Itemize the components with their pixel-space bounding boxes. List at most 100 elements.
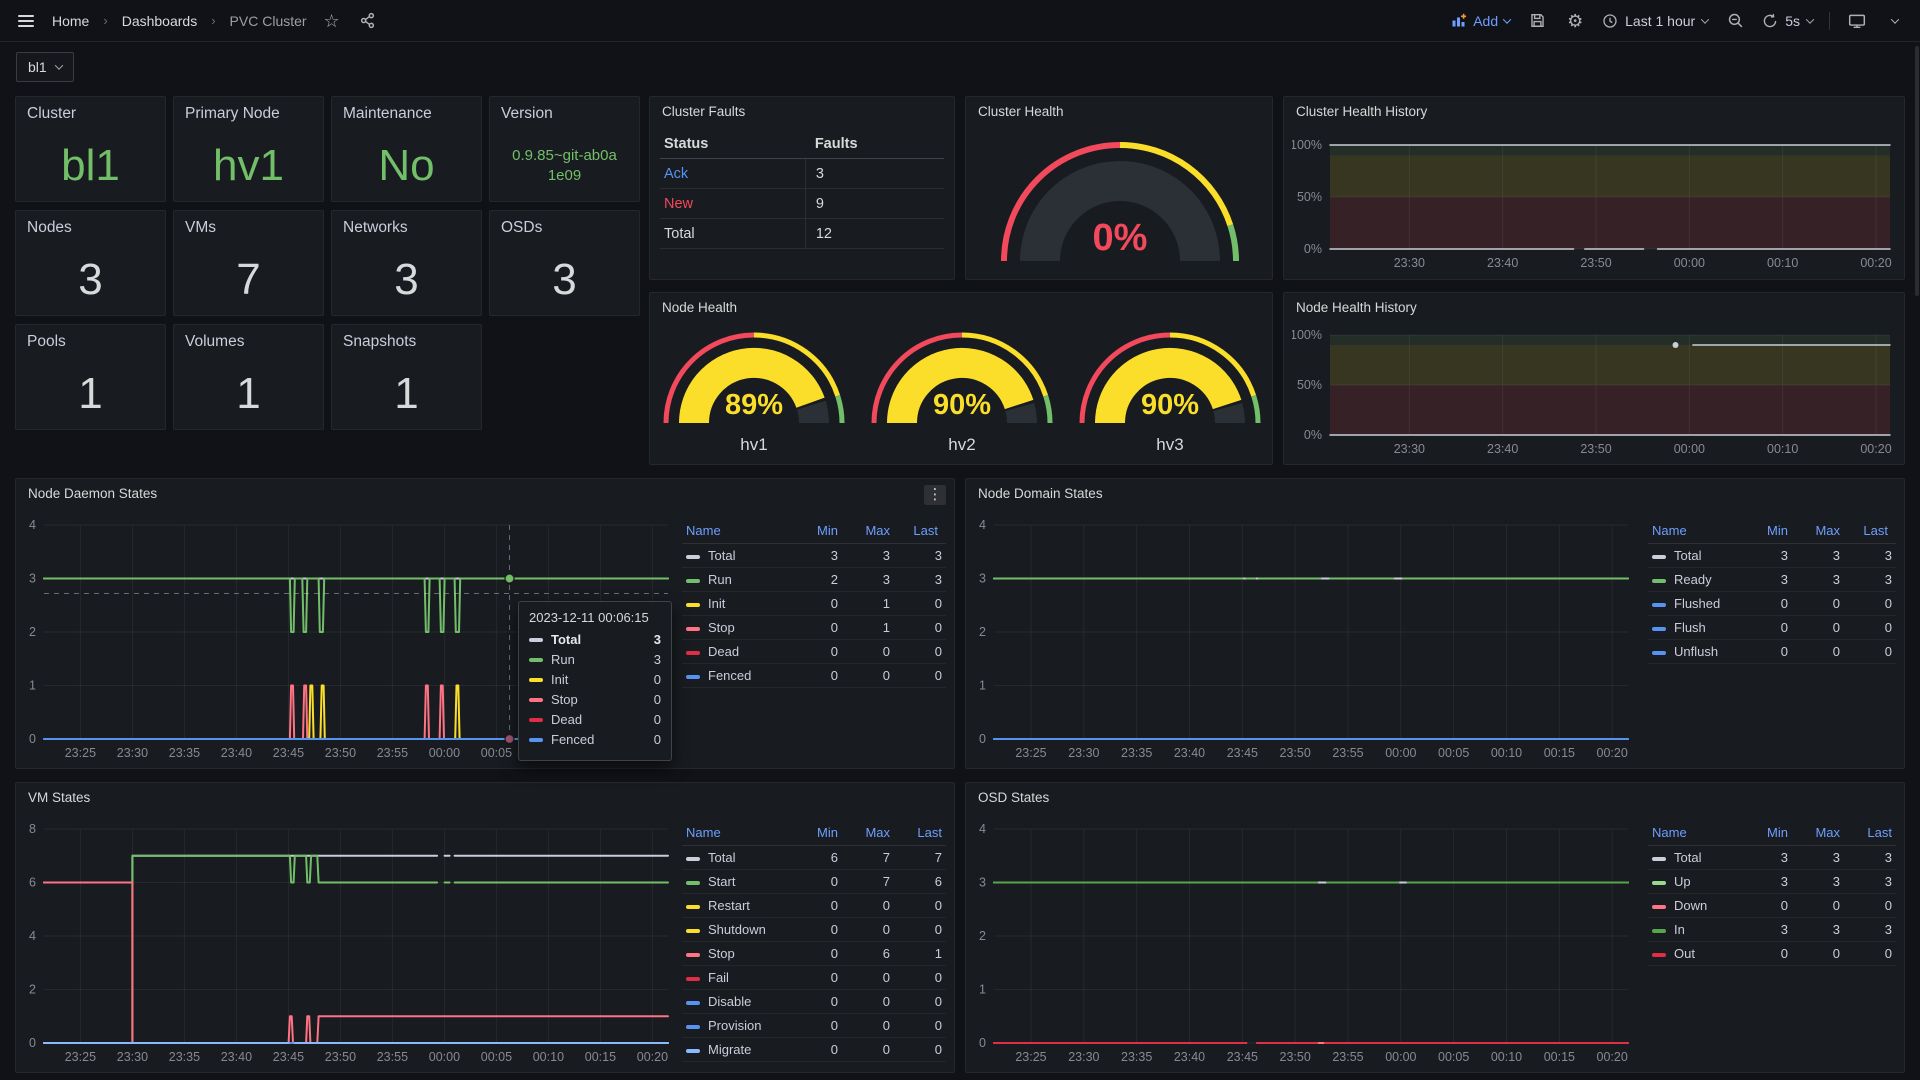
vm-states-chart[interactable]: 0246823:2523:3023:3523:4023:4523:5023:55… xyxy=(24,809,674,1071)
add-button[interactable]: Add xyxy=(1451,13,1510,29)
svg-text:23:50: 23:50 xyxy=(325,746,356,760)
series-swatch xyxy=(1652,603,1666,607)
legend-row-start[interactable]: Start076 xyxy=(682,870,946,894)
legend-row-down[interactable]: Down000 xyxy=(1648,894,1896,918)
legend-row-dead[interactable]: Dead000 xyxy=(682,640,946,664)
legend-row-total[interactable]: Total333 xyxy=(682,544,946,568)
svg-text:23:45: 23:45 xyxy=(273,746,304,760)
svg-text:23:25: 23:25 xyxy=(65,746,96,760)
osd-states-legend[interactable]: NameMinMaxLastTotal333Up333Down000In333O… xyxy=(1648,823,1896,966)
svg-text:23:25: 23:25 xyxy=(1015,1050,1046,1064)
legend-col-last[interactable]: Last xyxy=(894,823,946,846)
legend-row-unflush[interactable]: Unflush000 xyxy=(1648,640,1896,664)
node-domain-states-legend[interactable]: NameMinMaxLast Total333Ready333Flushed00… xyxy=(1648,521,1896,664)
node-daemon-states-legend[interactable]: NameMinMaxLast Total333Run233Init010Stop… xyxy=(682,521,946,688)
tv-mode-icon[interactable] xyxy=(1846,10,1868,32)
refresh-picker[interactable]: 5s xyxy=(1762,13,1813,29)
svg-text:00:20: 00:20 xyxy=(1597,746,1628,760)
svg-text:3: 3 xyxy=(29,572,36,586)
legend-row-init[interactable]: Init010 xyxy=(682,592,946,616)
svg-text:50%: 50% xyxy=(1297,190,1322,204)
variable-dropdown-cluster[interactable]: bl1 xyxy=(16,52,74,82)
stat-label: Nodes xyxy=(27,219,72,237)
menu-icon[interactable] xyxy=(14,11,38,31)
svg-text:00:05: 00:05 xyxy=(481,1050,512,1064)
legend-col-min[interactable]: Min xyxy=(1740,521,1792,544)
stat-label: Volumes xyxy=(185,333,244,351)
svg-text:23:30: 23:30 xyxy=(1068,746,1099,760)
svg-text:00:10: 00:10 xyxy=(1491,1050,1522,1064)
panel-title: OSD States xyxy=(978,790,1049,805)
legend-col-last[interactable]: Last xyxy=(1844,521,1896,544)
osd-states-chart[interactable]: 0123423:2523:3023:3523:4023:4523:5023:55… xyxy=(974,809,1634,1071)
legend-col-name[interactable]: Name xyxy=(1648,521,1740,544)
legend-header: NameMinMaxLast xyxy=(1648,823,1896,846)
faults-table-header[interactable]: Status Faults xyxy=(660,129,944,159)
legend-col-name[interactable]: Name xyxy=(1648,823,1740,846)
svg-text:23:50: 23:50 xyxy=(1580,256,1611,270)
legend-row-flush[interactable]: Flush000 xyxy=(1648,616,1896,640)
vm-states-legend[interactable]: NameMinMaxLastTotal677Start076Restart000… xyxy=(682,823,946,1062)
legend-row-out[interactable]: Out000 xyxy=(1648,942,1896,966)
svg-text:23:40: 23:40 xyxy=(1487,442,1518,456)
star-icon[interactable]: ☆ xyxy=(321,10,343,32)
legend-row-ready[interactable]: Ready333 xyxy=(1648,568,1896,592)
legend-col-last[interactable]: Last xyxy=(894,521,946,544)
zoom-out-icon[interactable] xyxy=(1724,10,1746,32)
legend-row-provision[interactable]: Provision000 xyxy=(682,1014,946,1038)
tooltip-row: Fenced0 xyxy=(529,732,661,747)
legend-row-migrate[interactable]: Migrate000 xyxy=(682,1038,946,1062)
legend-col-max[interactable]: Max xyxy=(1792,521,1844,544)
node-domain-states-chart[interactable]: 0123423:2523:3023:3523:4023:4523:5023:55… xyxy=(974,505,1634,767)
legend-row-total[interactable]: Total677 xyxy=(682,846,946,870)
legend-col-last[interactable]: Last xyxy=(1844,823,1896,846)
save-icon[interactable] xyxy=(1526,10,1548,32)
legend-col-max[interactable]: Max xyxy=(842,521,894,544)
settings-gear-icon[interactable]: ⚙ xyxy=(1564,10,1586,32)
scrollbar-thumb[interactable] xyxy=(1915,46,1919,296)
tooltip-rows: Total3Run3Init0Stop0Dead0Fenced0 xyxy=(529,632,661,747)
legend-row-in[interactable]: In333 xyxy=(1648,918,1896,942)
legend-row-total[interactable]: Total333 xyxy=(1648,544,1896,568)
breadcrumb-dashboards[interactable]: Dashboards xyxy=(122,13,198,29)
legend-row-up[interactable]: Up333 xyxy=(1648,870,1896,894)
series-swatch xyxy=(686,1001,700,1005)
legend-row-run[interactable]: Run233 xyxy=(682,568,946,592)
legend-col-max[interactable]: Max xyxy=(1792,823,1844,846)
svg-text:23:50: 23:50 xyxy=(1580,442,1611,456)
stat-label: Primary Node xyxy=(185,105,280,123)
time-range-picker[interactable]: Last 1 hour xyxy=(1602,13,1708,29)
legend-row-stop[interactable]: Stop061 xyxy=(682,942,946,966)
panel-menu-icon[interactable]: ⋮ xyxy=(924,485,946,505)
legend-row-shutdown[interactable]: Shutdown000 xyxy=(682,918,946,942)
breadcrumb-home[interactable]: Home xyxy=(52,13,89,29)
legend-row-fenced[interactable]: Fenced000 xyxy=(682,664,946,688)
legend-col-min[interactable]: Min xyxy=(1740,823,1792,846)
legend-row-restart[interactable]: Restart000 xyxy=(682,894,946,918)
legend-row-total[interactable]: Total333 xyxy=(1648,846,1896,870)
share-icon[interactable] xyxy=(357,10,379,32)
legend-row-flushed[interactable]: Flushed000 xyxy=(1648,592,1896,616)
svg-text:23:50: 23:50 xyxy=(1280,746,1311,760)
svg-text:23:40: 23:40 xyxy=(1487,256,1518,270)
node-health-history-chart[interactable]: 0%50%100%23:3023:4023:5000:0000:1000:20 xyxy=(1292,317,1898,461)
svg-text:23:30: 23:30 xyxy=(117,746,148,760)
legend-col-name[interactable]: Name xyxy=(682,823,790,846)
legend-col-max[interactable]: Max xyxy=(842,823,894,846)
legend-row-stop[interactable]: Stop010 xyxy=(682,616,946,640)
svg-text:00:05: 00:05 xyxy=(481,746,512,760)
legend-row-disable[interactable]: Disable000 xyxy=(682,990,946,1014)
svg-text:0: 0 xyxy=(29,732,36,746)
legend-col-min[interactable]: Min xyxy=(790,521,842,544)
column-header-status[interactable]: Status xyxy=(660,136,805,152)
cluster-health-history-chart[interactable]: 0%50%100%23:3023:4023:5000:0000:1000:20 xyxy=(1292,123,1898,275)
series-swatch xyxy=(686,857,700,861)
legend-col-name[interactable]: Name xyxy=(682,521,790,544)
stat-value: No xyxy=(332,131,481,201)
legend-col-min[interactable]: Min xyxy=(790,823,842,846)
svg-text:4: 4 xyxy=(29,929,36,943)
column-header-faults[interactable]: Faults xyxy=(805,129,944,158)
collapse-toolbar-icon[interactable] xyxy=(1884,10,1906,32)
stat-label: Version xyxy=(501,105,553,123)
legend-row-fail[interactable]: Fail000 xyxy=(682,966,946,990)
